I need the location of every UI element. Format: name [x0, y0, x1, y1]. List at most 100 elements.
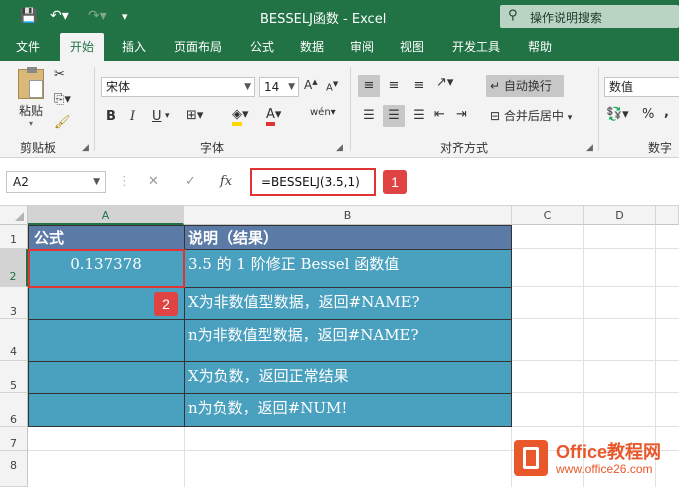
align-bottom-icon[interactable]: ≡ [408, 75, 430, 97]
font-color-icon[interactable]: A▾ [266, 107, 281, 126]
accounting-format-icon[interactable]: 💱▾ [606, 107, 629, 122]
tab-insert[interactable]: 插入 [112, 33, 156, 61]
font-size-combo[interactable]: 14 ▼ [259, 77, 299, 97]
borders-icon[interactable]: ⊞▾ [186, 108, 203, 123]
align-top-icon[interactable]: ≡ [358, 75, 380, 97]
column-header-a[interactable]: A [28, 206, 184, 225]
row-header-2[interactable]: 2 [0, 249, 28, 287]
chevron-down-icon: ▼ [244, 82, 251, 92]
orientation-icon[interactable]: ↗▾ [436, 75, 453, 90]
font-group-label: 字体 [200, 141, 225, 155]
save-icon[interactable]: 💾 [20, 8, 37, 24]
tab-home[interactable]: 开始 [60, 33, 105, 61]
select-all-corner[interactable] [0, 206, 28, 225]
grow-font-button[interactable]: A▲ [304, 78, 318, 92]
cell-b3[interactable]: X为非数值型数据，返回#NAME? [184, 287, 512, 319]
ribbon: 粘贴 ▾ ✂ ⎘▾ 🖌 剪贴板 ◢ 宋体 ▼ 14 ▼ A▲ A▼ B I U … [0, 61, 679, 158]
tab-data[interactable]: 数据 [290, 33, 334, 61]
align-right-icon[interactable]: ☰ [408, 105, 430, 127]
tab-review[interactable]: 审阅 [340, 33, 384, 61]
cell-a6[interactable] [28, 393, 184, 427]
decrease-indent-icon[interactable]: ⇤ [434, 107, 445, 122]
column-header-d[interactable]: D [584, 206, 656, 225]
cell-b5[interactable]: X为负数，返回正常结果 [184, 361, 512, 393]
name-box[interactable]: A2 ▼ [6, 171, 106, 193]
number-format-combo[interactable]: 数值 [604, 77, 679, 97]
tab-developer[interactable]: 开发工具 [442, 33, 510, 61]
column-header-b[interactable]: B [184, 206, 512, 225]
row-header-1[interactable]: 1 [0, 225, 28, 249]
group-separator [598, 67, 599, 151]
cell-b1[interactable]: 说明（结果） [184, 225, 512, 249]
table-border [28, 393, 512, 394]
row-header-5[interactable]: 5 [0, 361, 28, 393]
tab-formulas[interactable]: 公式 [240, 33, 284, 61]
shrink-font-label: A [326, 82, 333, 94]
insert-function-button[interactable]: fx [220, 174, 232, 189]
shrink-font-button[interactable]: A▼ [326, 80, 338, 93]
cell-b6[interactable]: n为负数，返回#NUM! [184, 393, 512, 427]
alignment-dialog-launcher-icon[interactable]: ◢ [586, 143, 593, 153]
comma-style-button[interactable]: , [664, 105, 669, 120]
fill-color-icon[interactable]: ◈▾ [232, 107, 249, 126]
gridline [512, 392, 679, 393]
align-center-icon[interactable]: ☰ [383, 105, 405, 127]
row-header-4[interactable]: 4 [0, 319, 28, 361]
row-header-7[interactable]: 7 [0, 427, 28, 451]
customize-quick-access-icon[interactable]: ▾ [122, 10, 128, 23]
cell-b2[interactable]: 3.5 的 1 阶修正 Bessel 函数值 [184, 249, 512, 287]
paste-dropdown-icon: ▾ [28, 119, 33, 128]
format-painter-icon[interactable]: 🖌 [54, 115, 71, 130]
table-border [28, 319, 512, 320]
font-size-value: 14 [264, 80, 280, 94]
cell-a4[interactable] [28, 319, 184, 361]
paste-button[interactable]: 粘贴 ▾ [14, 67, 48, 128]
cut-icon[interactable]: ✂ [54, 67, 65, 82]
phonetic-label: wén [310, 107, 331, 118]
cell-a5[interactable] [28, 361, 184, 393]
cell-b4[interactable]: n为非数值型数据，返回#NAME? [184, 319, 512, 361]
phonetic-guide-icon[interactable]: wén▾ [310, 107, 336, 118]
redo-icon[interactable]: ↷▾ [88, 8, 107, 24]
wrap-text-button[interactable]: ↵ 自动换行 [486, 75, 564, 97]
merge-center-button[interactable]: ⊟ 合并后居中 ▾ [486, 107, 590, 124]
column-header-e[interactable] [656, 206, 679, 225]
underline-dropdown-icon[interactable]: ▾ [165, 111, 170, 121]
tab-view[interactable]: 视图 [390, 33, 434, 61]
formula-input[interactable]: =BESSELJ(3.5,1) [250, 168, 376, 196]
gridline [512, 318, 679, 319]
tab-file[interactable]: 文件 [6, 33, 50, 61]
tab-page-layout[interactable]: 页面布局 [164, 33, 232, 61]
name-box-value: A2 [13, 175, 29, 189]
align-middle-icon[interactable]: ≡ [383, 75, 405, 97]
enter-icon[interactable]: ✓ [185, 174, 196, 189]
font-name-value: 宋体 [106, 80, 131, 94]
copy-icon[interactable]: ⎘▾ [54, 92, 71, 107]
window-title: BESSELJ函数 - Excel [260, 12, 387, 27]
search-placeholder: 操作说明搜索 [530, 11, 603, 25]
group-separator [94, 67, 95, 151]
cancel-icon[interactable]: ✕ [148, 174, 159, 189]
row-header-8[interactable]: 8 [0, 451, 28, 487]
row-header-3[interactable]: 3 [0, 287, 28, 319]
clipboard-dialog-launcher-icon[interactable]: ◢ [82, 143, 89, 153]
font-dialog-launcher-icon[interactable]: ◢ [336, 143, 343, 153]
search-box[interactable]: ⚲ 操作说明搜索 [500, 5, 679, 28]
callout-badge-2: 2 [154, 292, 178, 316]
tab-help[interactable]: 帮助 [518, 33, 562, 61]
undo-icon[interactable]: ↶▾ [50, 8, 69, 24]
merge-center-label: 合并后居中 [503, 109, 564, 123]
underline-button[interactable]: U [152, 109, 162, 124]
wrap-text-label: 自动换行 [503, 79, 552, 93]
italic-button[interactable]: I [130, 109, 135, 124]
percent-style-button[interactable]: % [642, 107, 654, 122]
increase-indent-icon[interactable]: ⇥ [456, 107, 467, 122]
row-header-6[interactable]: 6 [0, 393, 28, 427]
column-header-c[interactable]: C [512, 206, 584, 225]
table-border [28, 361, 512, 362]
align-left-icon[interactable]: ☰ [358, 105, 380, 127]
table-border [28, 225, 512, 226]
font-name-combo[interactable]: 宋体 ▼ [101, 77, 255, 97]
bold-button[interactable]: B [106, 109, 116, 124]
cell-a1[interactable]: 公式 [28, 225, 184, 249]
